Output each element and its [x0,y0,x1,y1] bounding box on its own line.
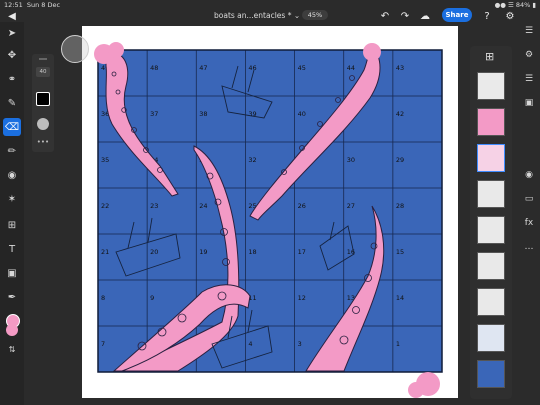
grid-number: 8 [101,294,105,302]
grid-number: 12 [298,294,306,302]
artwork: 4948474645444336373839404142353433323130… [94,42,443,398]
grid-number: 19 [199,248,207,256]
grid-number: 14 [396,294,404,302]
left-toolbar: ➤ ✥ ⚭ ✎ ⌫ ✏ ◉ ✶ ⊞ T ▣ ✒ ⇅ [0,22,24,405]
layer-boat-4[interactable] [477,288,505,316]
layer-boat-1[interactable] [477,180,505,208]
chevron-down-icon: ⌄ [293,11,301,20]
blue-background [98,50,442,372]
top-bar: ◀ boats an...entacles * ⌄ 45% ↶ ↷ ☁ Shar… [0,8,540,24]
text-icon[interactable]: T [3,240,21,258]
cloud-icon[interactable]: ☁ [418,9,432,23]
grid-number: 24 [199,202,207,210]
mask-icon[interactable]: ▭ [522,192,536,206]
grid-number: 21 [101,248,109,256]
help-icon[interactable]: ? [480,9,494,23]
grid-number: 18 [248,248,256,256]
grid-number: 3 [298,340,302,348]
grid-number: 45 [298,64,306,72]
layers-icon[interactable]: ☰ [522,24,536,38]
redo-icon[interactable]: ↷ [398,9,412,23]
selection-icon[interactable]: ➤ [3,24,21,42]
grid-number: 22 [101,202,109,210]
visibility-icon[interactable]: ◉ [522,168,536,182]
document-title[interactable]: boats an...entacles * ⌄ [214,11,300,20]
grid-number: 30 [347,156,355,164]
grid-number: 26 [298,202,306,210]
grid-number: 46 [248,64,256,72]
crop-icon[interactable]: ⊞ [3,216,21,234]
grid-number: 29 [396,156,404,164]
opacity-swatch[interactable] [36,92,50,106]
brush-icon[interactable]: ✎ [3,94,21,112]
brush-size-field[interactable]: 40 [36,67,50,77]
tool-options-panel: 40 ••• [32,54,54,152]
grid-number: 42 [396,110,404,118]
layers-panel: ⊞ [470,46,512,399]
more-options-icon[interactable]: ••• [32,138,54,146]
fill-icon[interactable]: ◉ [3,166,21,184]
grid-number: 40 [298,110,306,118]
right-toolbar: ☰ ⚙ ☰ ▣ ◉ ▭ fx … [518,22,540,405]
brush-preview-dot[interactable] [37,118,49,130]
layer-boat-3[interactable] [477,252,505,280]
swap-colors-icon[interactable]: ⇅ [3,340,21,358]
masks-icon[interactable]: ▣ [522,96,536,110]
document-title-text: boats an...entacles * [214,11,292,20]
grid-number: 43 [396,64,404,72]
more-icon[interactable]: … [522,240,536,254]
grid-number: 27 [347,202,355,210]
layer-background[interactable] [477,360,505,388]
layer-sketch[interactable] [477,72,505,100]
drag-handle-icon[interactable] [39,58,47,60]
secondary-color-swatch[interactable] [6,324,18,336]
grid-number: 32 [248,156,256,164]
layer-pink-blob[interactable] [477,108,505,136]
properties-icon[interactable]: ⚙ [522,48,536,62]
liquify-icon[interactable]: ✶ [3,190,21,208]
grid-number: 9 [150,294,154,302]
layer-boat-2[interactable] [477,216,505,244]
settings-icon[interactable]: ⚙ [503,9,517,23]
grid-number: 48 [150,64,158,72]
grid-number: 37 [150,110,158,118]
grid-number: 47 [199,64,207,72]
grid-number: 1 [396,340,400,348]
grid-number: 15 [396,248,404,256]
home-icon[interactable]: ◀ [5,9,19,23]
add-layer-icon[interactable]: ⊞ [485,50,494,63]
shapes-icon[interactable]: ▣ [3,264,21,282]
brush-cursor [61,35,89,63]
grid-number: 44 [347,64,355,72]
eyedropper-icon[interactable]: ✒ [3,288,21,306]
grid-number: 35 [101,156,109,164]
canvas[interactable]: 4948474645444336373839404142353433323130… [82,26,458,398]
grid-number: 4 [248,340,252,348]
grid-number: 23 [150,202,158,210]
grid-number: 38 [199,110,207,118]
move-icon[interactable]: ✥ [3,46,21,64]
lasso-icon[interactable]: ⚭ [3,70,21,88]
adjustments-icon[interactable]: ☰ [522,72,536,86]
share-button[interactable]: Share [442,8,472,22]
layer-tentacles[interactable] [477,144,505,172]
smudge-icon[interactable]: ✏ [3,142,21,160]
grid-number: 28 [396,202,404,210]
layer-waves[interactable] [477,324,505,352]
grid-number: 7 [101,340,105,348]
zoom-level[interactable]: 45% [302,10,328,20]
grid-number: 17 [298,248,306,256]
eraser-icon[interactable]: ⌫ [3,118,21,136]
undo-icon[interactable]: ↶ [378,9,392,23]
grid-number: 20 [150,248,158,256]
effects-icon[interactable]: fx [522,216,536,230]
